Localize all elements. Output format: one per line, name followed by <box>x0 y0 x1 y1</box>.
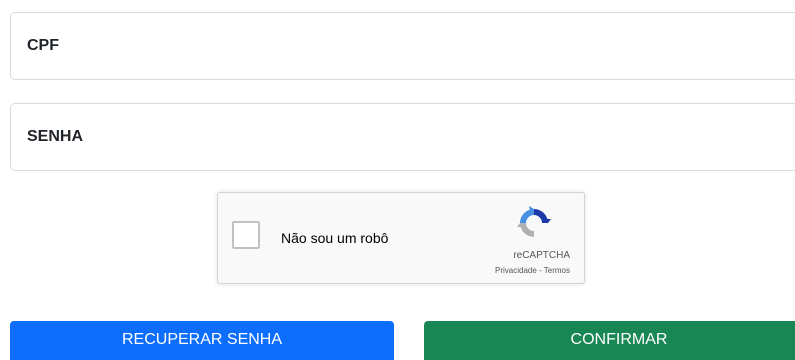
confirm-label: CONFIRMAR <box>570 331 668 348</box>
links-separator: - <box>536 266 544 275</box>
confirm-button[interactable]: CONFIRMAR <box>424 321 795 360</box>
terms-link[interactable]: Termos <box>544 266 570 275</box>
cpf-input[interactable] <box>27 13 727 79</box>
login-form: Não sou um robô reCAPTCHA Privacidade - … <box>0 0 795 360</box>
recaptcha-brand-text: reCAPTCHA <box>513 250 570 261</box>
recover-password-button[interactable]: RECUPERAR SENHA <box>10 321 394 360</box>
recaptcha-label: Não sou um robô <box>281 230 389 246</box>
cpf-field-container <box>10 12 795 80</box>
recaptcha-widget: Não sou um robô reCAPTCHA Privacidade - … <box>217 192 585 284</box>
privacy-link[interactable]: Privacidade <box>495 266 537 275</box>
recaptcha-logo-icon <box>517 206 551 237</box>
recaptcha-checkbox[interactable] <box>232 221 260 249</box>
recaptcha-links: Privacidade - Termos <box>495 266 570 275</box>
recover-password-label: RECUPERAR SENHA <box>121 331 283 348</box>
senha-field-container <box>10 103 795 171</box>
senha-input[interactable] <box>27 104 727 170</box>
